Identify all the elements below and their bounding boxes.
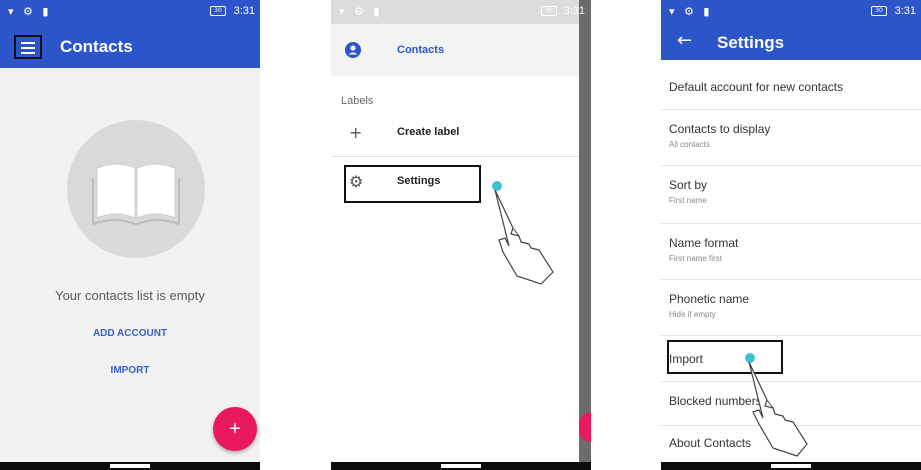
drawer-item-label: Contacts <box>397 44 445 56</box>
account-circle-icon <box>345 42 361 63</box>
create-label-item[interactable]: + Create label <box>331 113 579 153</box>
status-bar: ▾ ⚙ ▮ 30 3:31 <box>0 0 260 24</box>
app-bar: Contacts <box>0 24 260 68</box>
home-handle[interactable] <box>441 464 481 468</box>
import-button[interactable]: IMPORT <box>0 365 260 376</box>
status-bar: ▾ ⚙ ▮ 30 3:31 <box>331 0 585 24</box>
page-title: Settings <box>717 33 785 52</box>
setting-subtitle: First name first <box>669 254 722 263</box>
labels-section-header: Labels <box>341 95 374 107</box>
home-handle[interactable] <box>771 464 811 468</box>
status-time: 3:31 <box>894 5 916 17</box>
screen-navigation-drawer: ▾ ⚙ ▮ 30 3:31 Contacts Labels + Create l… <box>331 0 591 470</box>
hand-pointer-icon <box>745 353 808 457</box>
highlight-box-settings <box>344 165 481 203</box>
fab-edge <box>579 412 591 442</box>
setting-title: Contacts to display <box>669 122 771 136</box>
system-nav-bar <box>0 462 260 470</box>
setting-title: Name format <box>669 236 739 250</box>
status-icons: ▾ ⚙ ▮ <box>339 5 383 18</box>
plus-icon: + <box>349 123 363 142</box>
status-icons: ▾ ⚙ ▮ <box>669 5 713 18</box>
setting-contacts-to-display[interactable]: Contacts to display All contacts <box>661 110 921 166</box>
add-contact-fab[interactable]: + <box>213 407 257 451</box>
book-icon <box>92 163 180 226</box>
menu-button[interactable] <box>14 35 42 59</box>
battery-icon: 30 <box>871 6 887 16</box>
home-handle[interactable] <box>110 464 150 468</box>
hand-pointer-icon <box>492 181 554 285</box>
screen-settings: ▾ ⚙ ▮ 30 3:31 ← Settings Default account… <box>661 0 921 470</box>
empty-state-illustration <box>67 120 205 258</box>
status-time: 3:31 <box>563 5 585 17</box>
app-bar: ← Settings <box>661 24 921 60</box>
status-time: 3:31 <box>233 5 255 17</box>
create-label-text: Create label <box>397 126 460 138</box>
setting-phonetic-name[interactable]: Phonetic name Hide if empty <box>661 280 921 336</box>
status-bar: ▾ ⚙ ▮ 30 3:31 <box>661 0 921 24</box>
screen-contacts-empty: ▾ ⚙ ▮ 30 3:31 Contacts Your contacts lis… <box>0 0 260 470</box>
setting-title: Default account for new contacts <box>669 80 844 94</box>
back-arrow-icon[interactable]: ← <box>677 30 692 51</box>
setting-default-account[interactable]: Default account for new contacts <box>661 60 921 110</box>
setting-title: About Contacts <box>669 436 752 450</box>
drawer-item-contacts[interactable]: Contacts <box>331 24 579 76</box>
setting-subtitle: First name <box>669 196 707 205</box>
setting-title: Phonetic name <box>669 292 750 306</box>
setting-name-format[interactable]: Name format First name first <box>661 224 921 280</box>
empty-state-message: Your contacts list is empty <box>55 288 205 303</box>
system-nav-bar <box>661 462 921 470</box>
add-account-button[interactable]: ADD ACCOUNT <box>0 328 260 339</box>
battery-icon: 30 <box>541 6 557 16</box>
status-icons: ▾ ⚙ ▮ <box>8 5 52 18</box>
page-title: Contacts <box>60 37 133 56</box>
divider <box>331 156 579 157</box>
setting-title: Sort by <box>669 178 708 192</box>
setting-subtitle: Hide if empty <box>669 310 716 319</box>
battery-icon: 30 <box>210 6 226 16</box>
setting-subtitle: All contacts <box>669 140 710 149</box>
system-nav-bar <box>331 462 591 470</box>
setting-sort-by[interactable]: Sort by First name <box>661 166 921 224</box>
